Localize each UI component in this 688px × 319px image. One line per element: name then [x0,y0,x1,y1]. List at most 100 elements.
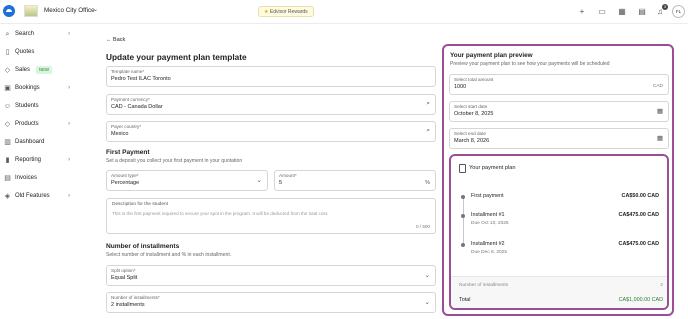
field-value: Pedro Test ILAC Toronto [111,76,171,82]
plan-item-name: Installment #2 [471,241,505,247]
plan-summary: Number of installments 2 Total CA$1,000.… [451,276,667,308]
chevron-down-icon: ⌄ [424,272,430,279]
amount-type-select[interactable]: Amount type* Percentage ⌄ [106,170,268,191]
timeline-line [462,198,464,246]
total-amount-field[interactable]: Select total amount 1000 CAD [449,74,669,95]
app-logo-icon[interactable] [3,5,15,17]
plan-item-amount: CA$475.00 CAD [618,212,659,218]
payment-plan-card: Your payment plan First payment CA$50.00… [449,154,669,310]
plan-item-due: Due Oct 10, 2025 [471,221,509,226]
document-icon [459,164,466,173]
payment-currency-field[interactable]: Payment currency* CAD - Canada Dollar ⌕ [106,94,436,115]
field-label: Amount type* [111,173,139,178]
top-bar: Mexico City Office ⌄ ★ Edvisor Rewards +… [0,0,688,24]
description-placeholder: This is the first payment required to se… [112,211,329,216]
sidebar-item-invoices[interactable]: ▤ Invoices [0,172,78,186]
sidebar-item-dashboard[interactable]: ▥ Dashboard [0,136,78,150]
installments-subtitle: Select number of installment and % in ea… [106,252,232,258]
chevron-down-icon[interactable]: ⌄ [93,6,98,13]
sidebar-item-label: Products [15,121,39,127]
field-value: CAD - Canada Dollar [111,104,163,110]
calendar-icon[interactable]: ▦ [657,134,663,142]
layers-icon: ◈ [4,193,11,200]
rewards-label: Edvisor Rewards [269,9,308,15]
percent-suffix: % [425,180,430,186]
back-button[interactable]: ← Back [106,37,125,43]
user-icon: ☺ [3,103,12,110]
plus-icon[interactable]: + [576,6,588,18]
field-value: Percentage [111,180,140,186]
sidebar-item-products[interactable]: ◇ Products › [0,118,78,132]
sidebar-item-search[interactable]: ⌕ Search › [0,28,78,42]
calendar-icon[interactable]: ▦ [657,107,663,115]
amount-field[interactable]: Amount* 5 % [274,170,436,191]
plan-item-name: First payment [471,193,504,199]
split-option-select[interactable]: Split option* Equal Split ⌄ [106,265,436,286]
first-payment-title: First Payment [106,149,150,156]
sidebar-item-old-features[interactable]: ◈ Old Features › [0,190,78,204]
chevron-right-icon: › [68,84,71,91]
timeline-dot [461,243,465,247]
field-value: Equal Split [111,275,138,281]
field-label: Select end date [454,131,486,136]
sidebar-item-bookings[interactable]: ▣ Bookings › [0,82,78,96]
payment-plan-preview-panel: Your payment plan preview Preview your p… [442,44,674,316]
field-label: Number of installments* [111,295,160,300]
plan-item-amount: CA$50.00 CAD [621,193,659,199]
sidebar-item-reporting[interactable]: ▮ Reporting › [0,154,78,168]
tag-icon: ◇ [4,121,11,128]
chevron-down-icon: ⌄ [256,177,262,184]
page-title: Update your payment plan template [106,52,247,62]
office-selector[interactable]: Mexico City Office [44,7,95,14]
sidebar-item-label: Search [15,31,35,37]
tag-icon: ◇ [4,67,11,74]
arrow-left-icon: ← [106,37,112,43]
sidebar-item-label: Invoices [15,175,38,181]
field-value: 2 installments [111,302,145,308]
calendar-icon[interactable]: ▦ [616,6,628,18]
rewards-button[interactable]: ★ Edvisor Rewards [258,6,314,17]
clipboard-icon[interactable]: ▤ [636,6,648,18]
chevron-right-icon: › [68,120,71,127]
end-date-field[interactable]: Select end date March 8, 2026 ▦ [449,128,669,149]
search-icon: ⌕ [5,31,10,38]
new-badge: NEW [36,66,53,74]
sidebar-item-quotes[interactable]: ▯ Quotes [0,46,78,60]
preview-subtitle: Preview your payment plan to see how you… [450,61,610,67]
chevron-down-icon: ⌄ [424,299,430,306]
sidebar-item-students[interactable]: ☺ Students [0,100,78,114]
total-label: Total [459,297,471,303]
field-value: Mexico [111,131,129,137]
character-count: 0 / 500 [415,224,430,229]
field-label: Select total amount [454,77,494,82]
description-textarea[interactable]: Description for the student This is the … [106,198,436,234]
sidebar-item-label: Students [15,103,39,109]
preview-title: Your payment plan preview [450,52,533,59]
plan-item-amount: CA$475.00 CAD [618,241,659,247]
receipt-icon: ▤ [4,175,11,182]
currency-suffix: CAD [652,84,663,89]
inbox-icon[interactable]: ▭ [596,6,608,18]
payer-country-field[interactable]: Payer country* Mexico ⌕ [106,121,436,142]
sidebar-item-label: Bookings [15,85,40,91]
timeline-dot [461,195,465,199]
avatar[interactable]: FL [672,5,685,18]
sidebar: ⌕ Search › ▯ Quotes ◇ Sales NEW ▣ Bookin… [0,24,80,319]
chart-icon: ▥ [4,139,11,146]
search-icon: ⌕ [426,127,430,134]
star-icon: ★ [264,9,269,15]
briefcase-icon: ▣ [4,85,11,92]
start-date-field[interactable]: Select start date October 8, 2025 ▦ [449,101,669,122]
field-value: 1000 [454,84,467,90]
sidebar-item-sales[interactable]: ◇ Sales NEW [0,64,78,78]
total-value: CA$1,000.00 CAD [618,297,663,303]
template-name-field[interactable]: Template name* Pedro Test ILAC Toronto [106,66,436,87]
sidebar-item-label: Reporting [15,157,42,163]
first-payment-subtitle: Set a deposit you collect your first pay… [106,158,243,164]
sidebar-item-label: Dashboard [15,139,45,145]
field-label: Payer country* [111,124,142,129]
back-label: Back [113,37,126,43]
field-label: Split option* [111,268,136,273]
number-of-installments-select[interactable]: Number of installments* 2 installments ⌄ [106,292,436,313]
chevron-right-icon: › [68,156,71,163]
